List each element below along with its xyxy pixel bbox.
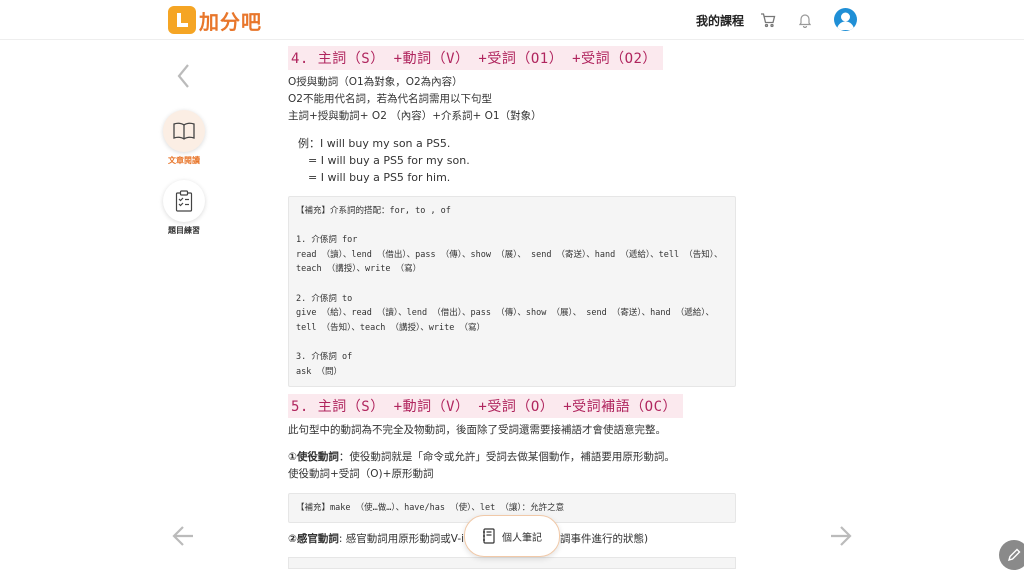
sidebar-reading-circle bbox=[163, 110, 205, 152]
causative-paragraph: ①使役動詞：使役動詞就是「命令或允許」受詞去做某個動作，補語要用原形動詞。 bbox=[288, 449, 736, 466]
notebook-icon bbox=[483, 528, 495, 544]
sidebar-item-reading[interactable]: 文章閱讀 bbox=[154, 110, 214, 166]
supplement-prepositions-box: 【補充】介系詞的搭配：for, to , of 1. 介係詞 for read … bbox=[288, 196, 736, 387]
causative-pattern: 使役動詞+受詞（O)+原形動詞 bbox=[288, 468, 434, 480]
personal-notes-button[interactable]: 個人筆記 bbox=[464, 515, 560, 557]
sidebar-item-label: 題目練習 bbox=[168, 226, 200, 235]
perception-label: ②感官動詞 bbox=[288, 533, 339, 545]
prev-arrow-icon[interactable] bbox=[170, 523, 196, 549]
causative-label: ①使役動詞 bbox=[288, 451, 339, 463]
clipboard-icon bbox=[175, 190, 193, 212]
sidebar-item-practice[interactable]: 題目練習 bbox=[154, 180, 214, 236]
section-4-title: 4. 主詞（S） +動詞（V） +受詞（O1） +受詞（O2） bbox=[288, 46, 663, 70]
section-4-line: O2不能用代名詞，若為代名詞需用以下句型 bbox=[288, 93, 492, 105]
causative-text: ：使役動詞就是「命令或允許」受詞去做某個動作，補語要用原形動詞。 bbox=[338, 451, 675, 463]
sidebar-practice-circle bbox=[163, 180, 205, 222]
top-header: 加分吧 我的課程 bbox=[0, 0, 1024, 40]
logo[interactable]: 加分吧 bbox=[168, 6, 262, 34]
next-code-box-edge bbox=[288, 557, 736, 569]
section-5-intro: 此句型中的動詞為不完全及物動詞，後面除了受詞還需要接補語才會使語意完整。 bbox=[288, 424, 666, 436]
avatar[interactable] bbox=[834, 8, 857, 31]
cart-icon[interactable] bbox=[758, 10, 778, 30]
edit-button[interactable] bbox=[999, 540, 1024, 570]
perception-tail: 調事件進行的狀態) bbox=[560, 533, 649, 545]
logo-mark-icon bbox=[168, 6, 196, 34]
section-4-line: 主詞+授與動詞+ O2 （內容）+介系詞+ O1（對象） bbox=[288, 110, 542, 122]
next-arrow-icon[interactable] bbox=[828, 523, 854, 549]
perception-text: : 感官動詞用原形動詞或V-i bbox=[338, 533, 465, 545]
example-line: = I will buy a PS5 for him. bbox=[308, 171, 451, 184]
example-line: 例：I will buy my son a PS5. bbox=[298, 137, 451, 150]
article-content: 4. 主詞（S） +動詞（V） +受詞（O1） +受詞（O2） O授與動詞（O1… bbox=[288, 42, 736, 548]
bell-icon[interactable] bbox=[795, 10, 815, 30]
my-courses-link[interactable]: 我的課程 bbox=[696, 12, 744, 29]
back-chevron-icon[interactable] bbox=[172, 62, 196, 90]
example-line: = I will buy a PS5 for my son. bbox=[308, 154, 470, 167]
pencil-icon bbox=[1007, 548, 1021, 562]
section-5-title: 5. 主詞（S） +動詞（V） +受詞（O） +受詞補語（OC） bbox=[288, 394, 684, 418]
section-4-line: O授與動詞（O1為對象，O2為內容） bbox=[288, 76, 463, 88]
book-icon bbox=[173, 122, 195, 140]
logo-text: 加分吧 bbox=[199, 9, 262, 34]
personal-notes-label: 個人筆記 bbox=[502, 532, 542, 544]
sidebar-item-label: 文章閱讀 bbox=[168, 156, 200, 165]
